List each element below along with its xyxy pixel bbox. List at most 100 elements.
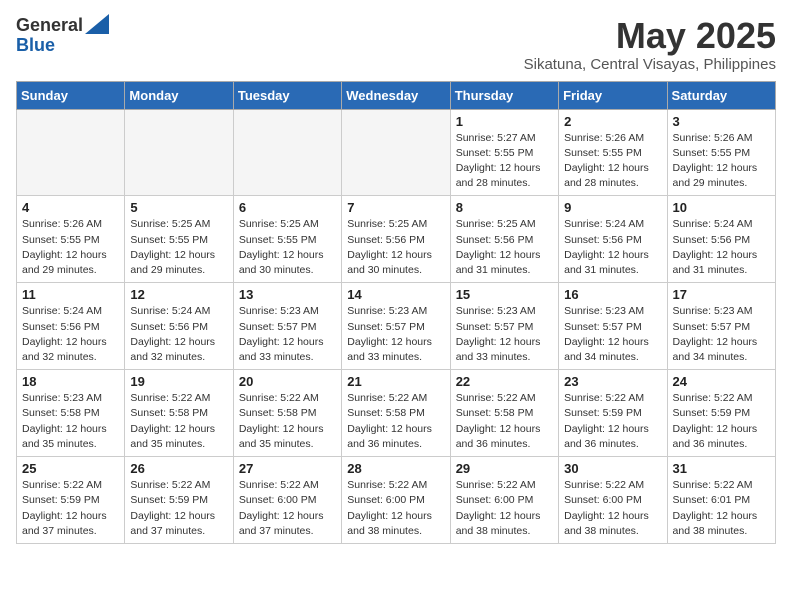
day-number: 3 xyxy=(673,114,770,129)
calendar-cell: 31 Sunrise: 5:22 AMSunset: 6:01 PMDayligh… xyxy=(667,457,775,544)
day-info: Sunrise: 5:22 AMSunset: 6:01 PMDaylight:… xyxy=(673,478,770,539)
day-info: Sunrise: 5:22 AMSunset: 5:58 PMDaylight:… xyxy=(347,391,444,452)
weekday-thursday: Thursday xyxy=(450,81,558,109)
calendar-cell xyxy=(233,109,341,196)
day-number: 26 xyxy=(130,461,227,476)
day-info: Sunrise: 5:25 AMSunset: 5:55 PMDaylight:… xyxy=(130,217,227,278)
logo-text: General Blue xyxy=(16,16,109,56)
day-number: 20 xyxy=(239,374,336,389)
weekday-wednesday: Wednesday xyxy=(342,81,450,109)
day-number: 5 xyxy=(130,200,227,215)
day-info: Sunrise: 5:23 AMSunset: 5:57 PMDaylight:… xyxy=(239,304,336,365)
day-number: 12 xyxy=(130,287,227,302)
calendar-cell: 16Sunrise: 5:23 AMSunset: 5:57 PMDayligh… xyxy=(559,283,667,370)
day-info: Sunrise: 5:23 AMSunset: 5:58 PMDaylight:… xyxy=(22,391,119,452)
day-number: 18 xyxy=(22,374,119,389)
week-row-1: 1Sunrise: 5:27 AMSunset: 5:55 PMDaylight… xyxy=(17,109,776,196)
day-info: Sunrise: 5:24 AMSunset: 5:56 PMDaylight:… xyxy=(673,217,770,278)
day-number: 21 xyxy=(347,374,444,389)
day-number: 31 xyxy=(673,461,770,476)
day-info: Sunrise: 5:22 AMSunset: 6:00 PMDaylight:… xyxy=(239,478,336,539)
day-info: Sunrise: 5:22 AMSunset: 5:58 PMDaylight:… xyxy=(130,391,227,452)
day-number: 16 xyxy=(564,287,661,302)
day-number: 23 xyxy=(564,374,661,389)
calendar-cell: 15Sunrise: 5:23 AMSunset: 5:57 PMDayligh… xyxy=(450,283,558,370)
day-info: Sunrise: 5:23 AMSunset: 5:57 PMDaylight:… xyxy=(347,304,444,365)
week-row-4: 18 Sunrise: 5:23 AMSunset: 5:58 PMDayligh… xyxy=(17,370,776,457)
calendar-cell: 18 Sunrise: 5:23 AMSunset: 5:58 PMDayligh… xyxy=(17,370,125,457)
calendar-cell: 17Sunrise: 5:23 AMSunset: 5:57 PMDayligh… xyxy=(667,283,775,370)
day-info: Sunrise: 5:24 AMSunset: 5:56 PMDaylight:… xyxy=(22,304,119,365)
calendar-cell xyxy=(342,109,450,196)
day-number: 17 xyxy=(673,287,770,302)
week-row-3: 11 Sunrise: 5:24 AMSunset: 5:56 PMDayligh… xyxy=(17,283,776,370)
calendar-cell: 22 Sunrise: 5:22 AMSunset: 5:58 PMDayligh… xyxy=(450,370,558,457)
calendar-cell: 30 Sunrise: 5:22 AMSunset: 6:00 PMDayligh… xyxy=(559,457,667,544)
day-number: 4 xyxy=(22,200,119,215)
calendar-cell: 2 Sunrise: 5:26 AMSunset: 5:55 PMDaylight… xyxy=(559,109,667,196)
calendar-cell: 14 Sunrise: 5:23 AMSunset: 5:57 PMDayligh… xyxy=(342,283,450,370)
day-info: Sunrise: 5:24 AMSunset: 5:56 PMDaylight:… xyxy=(564,217,661,278)
day-number: 2 xyxy=(564,114,661,129)
calendar-body: 1Sunrise: 5:27 AMSunset: 5:55 PMDaylight… xyxy=(17,109,776,543)
day-number: 19 xyxy=(130,374,227,389)
weekday-sunday: Sunday xyxy=(17,81,125,109)
calendar-cell: 13 Sunrise: 5:23 AMSunset: 5:57 PMDayligh… xyxy=(233,283,341,370)
calendar-cell: 27Sunrise: 5:22 AMSunset: 6:00 PMDayligh… xyxy=(233,457,341,544)
month-title: May 2025 xyxy=(524,16,776,56)
day-number: 7 xyxy=(347,200,444,215)
day-info: Sunrise: 5:22 AMSunset: 6:00 PMDaylight:… xyxy=(564,478,661,539)
weekday-friday: Friday xyxy=(559,81,667,109)
calendar-cell xyxy=(125,109,233,196)
calendar-cell: 29 Sunrise: 5:22 AMSunset: 6:00 PMDayligh… xyxy=(450,457,558,544)
day-info: Sunrise: 5:26 AMSunset: 5:55 PMDaylight:… xyxy=(673,131,770,192)
day-number: 8 xyxy=(456,200,553,215)
day-info: Sunrise: 5:22 AMSunset: 5:59 PMDaylight:… xyxy=(564,391,661,452)
calendar-cell: 28 Sunrise: 5:22 AMSunset: 6:00 PMDayligh… xyxy=(342,457,450,544)
day-info: Sunrise: 5:23 AMSunset: 5:57 PMDaylight:… xyxy=(456,304,553,365)
day-info: Sunrise: 5:22 AMSunset: 6:00 PMDaylight:… xyxy=(456,478,553,539)
logo-blue: Blue xyxy=(16,36,109,56)
weekday-tuesday: Tuesday xyxy=(233,81,341,109)
day-number: 14 xyxy=(347,287,444,302)
day-info: Sunrise: 5:26 AMSunset: 5:55 PMDaylight:… xyxy=(564,131,661,192)
day-number: 25 xyxy=(22,461,119,476)
title-block: May 2025 Sikatuna, Central Visayas, Phil… xyxy=(524,16,776,73)
calendar-cell: 5 Sunrise: 5:25 AMSunset: 5:55 PMDaylight… xyxy=(125,196,233,283)
day-number: 11 xyxy=(22,287,119,302)
day-number: 9 xyxy=(564,200,661,215)
weekday-header: SundayMondayTuesdayWednesdayThursdayFrid… xyxy=(17,81,776,109)
day-number: 10 xyxy=(673,200,770,215)
calendar-cell: 21 Sunrise: 5:22 AMSunset: 5:58 PMDayligh… xyxy=(342,370,450,457)
calendar-cell: 8 Sunrise: 5:25 AMSunset: 5:56 PMDaylight… xyxy=(450,196,558,283)
week-row-5: 25 Sunrise: 5:22 AMSunset: 5:59 PMDayligh… xyxy=(17,457,776,544)
day-number: 29 xyxy=(456,461,553,476)
day-info: Sunrise: 5:22 AMSunset: 5:58 PMDaylight:… xyxy=(239,391,336,452)
day-info: Sunrise: 5:22 AMSunset: 5:59 PMDaylight:… xyxy=(22,478,119,539)
day-info: Sunrise: 5:25 AMSunset: 5:56 PMDaylight:… xyxy=(456,217,553,278)
calendar-cell: 19 Sunrise: 5:22 AMSunset: 5:58 PMDayligh… xyxy=(125,370,233,457)
location: Sikatuna, Central Visayas, Philippines xyxy=(524,56,776,73)
calendar: SundayMondayTuesdayWednesdayThursdayFrid… xyxy=(16,81,776,544)
day-number: 13 xyxy=(239,287,336,302)
day-number: 22 xyxy=(456,374,553,389)
calendar-cell: 1Sunrise: 5:27 AMSunset: 5:55 PMDaylight… xyxy=(450,109,558,196)
day-info: Sunrise: 5:22 AMSunset: 5:59 PMDaylight:… xyxy=(673,391,770,452)
calendar-cell: 20 Sunrise: 5:22 AMSunset: 5:58 PMDayligh… xyxy=(233,370,341,457)
weekday-monday: Monday xyxy=(125,81,233,109)
day-number: 30 xyxy=(564,461,661,476)
calendar-cell: 10 Sunrise: 5:24 AMSunset: 5:56 PMDayligh… xyxy=(667,196,775,283)
day-number: 1 xyxy=(456,114,553,129)
calendar-cell: 26Sunrise: 5:22 AMSunset: 5:59 PMDayligh… xyxy=(125,457,233,544)
day-number: 28 xyxy=(347,461,444,476)
day-number: 6 xyxy=(239,200,336,215)
weekday-saturday: Saturday xyxy=(667,81,775,109)
day-info: Sunrise: 5:22 AMSunset: 6:00 PMDaylight:… xyxy=(347,478,444,539)
calendar-cell: 24Sunrise: 5:22 AMSunset: 5:59 PMDayligh… xyxy=(667,370,775,457)
calendar-cell: 7Sunrise: 5:25 AMSunset: 5:56 PMDaylight… xyxy=(342,196,450,283)
calendar-cell: 6Sunrise: 5:25 AMSunset: 5:55 PMDaylight… xyxy=(233,196,341,283)
day-info: Sunrise: 5:22 AMSunset: 5:58 PMDaylight:… xyxy=(456,391,553,452)
calendar-cell: 4Sunrise: 5:26 AMSunset: 5:55 PMDaylight… xyxy=(17,196,125,283)
calendar-cell: 25 Sunrise: 5:22 AMSunset: 5:59 PMDayligh… xyxy=(17,457,125,544)
week-row-2: 4Sunrise: 5:26 AMSunset: 5:55 PMDaylight… xyxy=(17,196,776,283)
